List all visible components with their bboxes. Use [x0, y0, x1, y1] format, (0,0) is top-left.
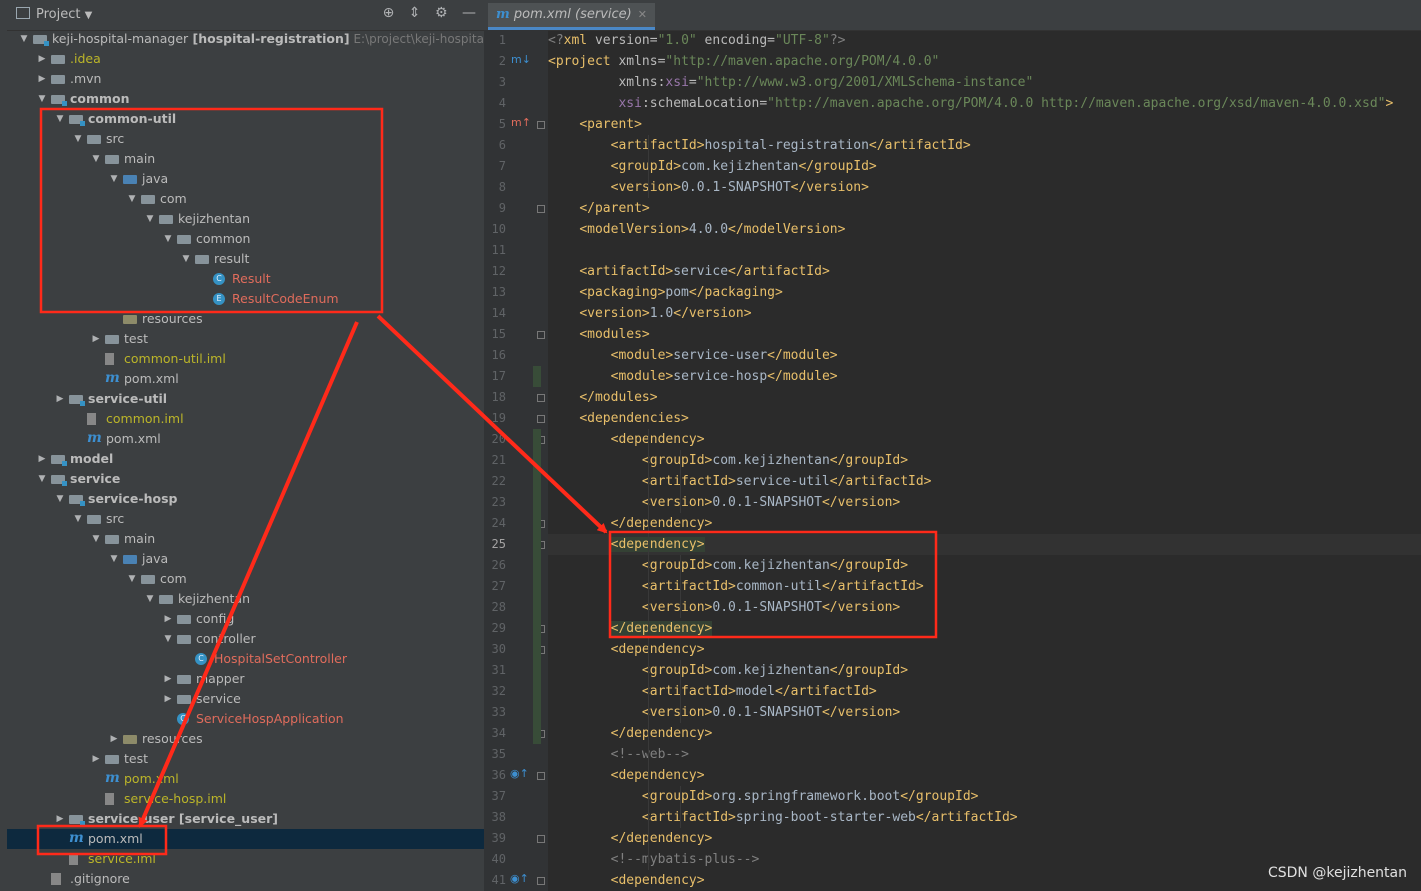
annotation-layer	[36, 107, 938, 856]
highlight-box-common-util	[39, 107, 384, 314]
highlight-box-pom-xml	[36, 824, 168, 856]
arrow-to-pom	[138, 321, 359, 828]
watermark: CSDN @kejizhentan	[1267, 865, 1407, 881]
arrow-to-dependency	[376, 314, 608, 534]
highlight-box-dependency	[608, 530, 938, 639]
